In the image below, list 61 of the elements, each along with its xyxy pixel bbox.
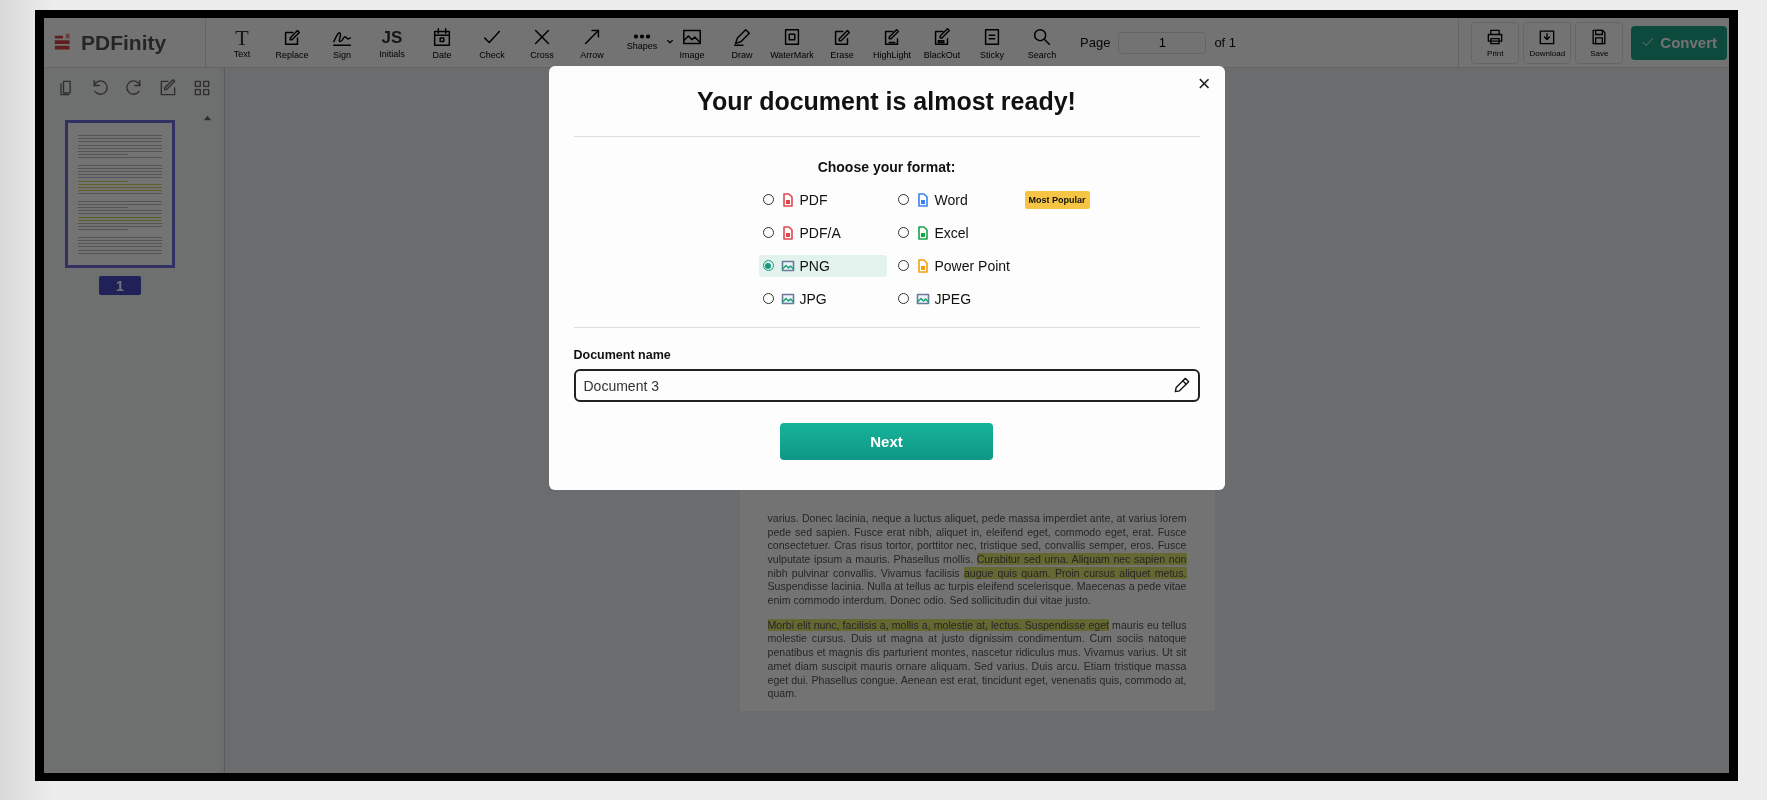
page-number: 1 <box>99 276 141 295</box>
file-icon <box>915 258 930 273</box>
print-button[interactable]: Print <box>1471 21 1520 64</box>
sticky-tool[interactable]: Sticky <box>968 20 1016 65</box>
replace-tool[interactable]: Replace <box>268 20 316 65</box>
caret-icon <box>666 37 674 46</box>
shapes-tool[interactable]: Shapes <box>618 20 666 65</box>
grid-button[interactable] <box>192 78 212 98</box>
edit-icon <box>158 78 178 98</box>
file-icon <box>780 192 795 207</box>
check-tool[interactable]: Check <box>468 20 516 65</box>
page-thumbnail[interactable] <box>65 120 175 268</box>
initials-tool[interactable]: JS Initials <box>368 20 416 65</box>
format-option[interactable]: JPG <box>758 287 887 310</box>
rotate-right-button[interactable] <box>124 78 144 98</box>
document-name-field[interactable]: Document 3 <box>573 369 1200 402</box>
app-logo: PDFinity <box>81 30 167 55</box>
file-icon <box>915 225 930 240</box>
text-tool[interactable]: T Text <box>218 20 266 65</box>
next-button[interactable]: Next <box>780 423 993 460</box>
search-tool[interactable]: Search <box>1018 20 1066 65</box>
page-label: Page <box>1080 35 1111 50</box>
blackout-tool[interactable]: BlackOut <box>918 20 966 65</box>
body-paragraph: Morbi elit nunc, facilisis a, mollis a, molestie at, lectus. Suspendisse eget mauris eu tellus molestie cursus. Duis ut magna at justo dignissim condimentum. Cum sociis natoque penatibus et magnis dis parturient montes, nascetur ridiculus mus. Vivamus varius. Ut sit amet diam suscipit mauris ornare aliquam. Sed varius. Duis arcu. Etiam tristique massa eget dui. Phasellus congue. Aenean est erat, tincidunt eget, venenatis quis, commodo at, quam. <box>767 618 1187 701</box>
save-button[interactable]: Save <box>1575 21 1624 64</box>
cross-tool[interactable]: Cross <box>518 20 566 65</box>
format-option[interactable]: Power Point <box>893 254 1022 277</box>
date-tool[interactable]: Date <box>418 20 466 65</box>
image-file-icon <box>915 291 930 306</box>
format-option[interactable]: PDF/A <box>758 221 887 244</box>
scroll-up-icon <box>203 113 212 122</box>
field-label: Document name <box>573 348 672 364</box>
file-icon <box>915 192 930 207</box>
format-option[interactable]: JPEG <box>893 287 1022 310</box>
draw-tool[interactable]: Draw <box>718 20 766 65</box>
format-option[interactable]: PNG <box>758 254 887 277</box>
dots-icon <box>634 34 650 39</box>
file-icon <box>780 225 795 240</box>
close-button[interactable]: × <box>1197 71 1211 97</box>
grid-icon <box>192 78 212 98</box>
body-paragraph: varius. Donec lacinia, neque a luctus aliquet, pede massa imperdiet ante, at varius lorem pede sed sapien. Fusce erat nibh, aliquet in, eleifend eget, commodo eget, erat. Fusce consectetuer. Cras risus tortor, porttitor nec, tristique sed, convallis semper, eros. Fusce vulputate ipsum a mauris. Phasellus mollis. Curabitur sed urna. Aliquam nec sapien non nibh pulvinar convallis. Vivamus facilisis augue quis quam. Proin cursus aliquet metus. Suspendisse lacinia. Nulla at tellus ac turpis eleifend scelerisque. Maecenas a pede vitae enim commodo interdum. Donec odio. Sed sollicitudin dui vitae justo. <box>767 511 1187 608</box>
format-option[interactable]: PDF <box>758 188 887 211</box>
edit-button[interactable] <box>158 78 178 98</box>
highlight-tool[interactable]: HighLight <box>868 20 916 65</box>
download-button[interactable]: Download <box>1523 21 1572 64</box>
format-option[interactable]: Excel <box>893 221 1022 244</box>
image-file-icon <box>780 258 795 273</box>
arrow-tool[interactable]: Arrow <box>568 20 616 65</box>
image-file-icon <box>780 291 795 306</box>
format-prompt: Choose your format: <box>816 159 957 175</box>
dialog-title: Your document is almost ready! <box>696 86 1077 115</box>
calendar-icon <box>431 25 453 48</box>
erase-tool[interactable]: Erase <box>818 20 866 65</box>
image-tool[interactable]: Image <box>668 20 716 65</box>
rotate-right-icon <box>124 78 144 98</box>
page-count: of 1 <box>1214 35 1237 50</box>
page-number-field[interactable]: 1 <box>1118 31 1207 54</box>
sign-tool[interactable]: Sign <box>318 20 366 65</box>
popular-badge: Most Popular <box>1024 190 1090 209</box>
format-option[interactable]: Word <box>893 188 1022 211</box>
watermark-tool[interactable]: WaterMark <box>768 20 816 65</box>
